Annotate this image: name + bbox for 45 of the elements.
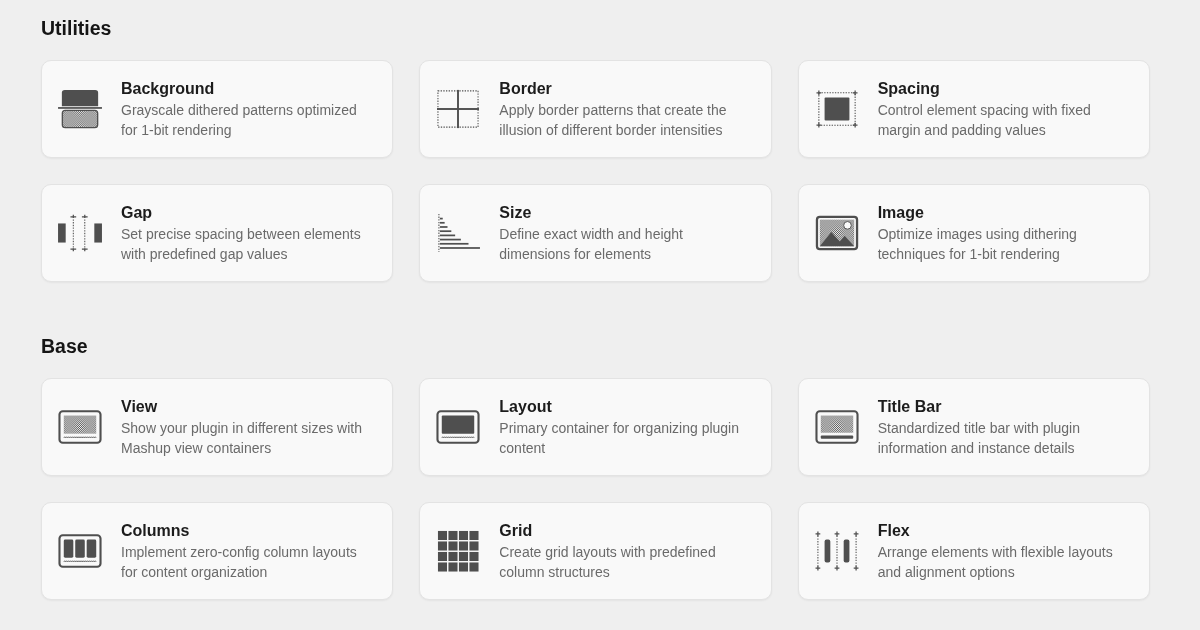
card-description: Control element spacing with fixed margin and padding values bbox=[877, 101, 1092, 140]
card-title: Columns bbox=[121, 521, 191, 541]
grid-squares-icon bbox=[435, 530, 482, 572]
card-description: Set precise spacing between elements with predefined gap values bbox=[121, 225, 362, 264]
card-description: Show your plugin in different sizes with Mashup view containers bbox=[121, 419, 363, 458]
card-description: Primary container for organizing plugin content bbox=[499, 419, 740, 458]
dithered-box-icon bbox=[57, 88, 103, 130]
component-card[interactable]: Layout Primary container for organizing plugin content bbox=[419, 378, 772, 476]
card-description: Arrange elements with flexible layouts and alignment options bbox=[877, 543, 1114, 582]
padded-square-icon bbox=[813, 88, 860, 130]
component-card[interactable]: Background Grayscale dithered patterns optimized for 1-bit rendering bbox=[41, 60, 394, 158]
component-card[interactable]: View Show your plugin in different sizes with Mashup view containers bbox=[41, 378, 394, 476]
card-description: Create grid layouts with predefined column structures bbox=[499, 543, 717, 582]
card-title: Background bbox=[121, 79, 216, 99]
card-description: Implement zero-config column layouts for content organization bbox=[121, 543, 358, 582]
card-description: Define exact width and height dimensions for elements bbox=[499, 225, 684, 264]
card-title: Spacing bbox=[877, 79, 941, 99]
section-heading: Utilities bbox=[41, 16, 113, 40]
card-title: Border bbox=[499, 79, 553, 99]
component-card[interactable]: Border Apply border patterns that create the illusion of different border intensities bbox=[419, 60, 772, 158]
gap-columns-icon bbox=[57, 212, 103, 254]
card-title: View bbox=[121, 397, 159, 417]
card-description: Apply border patterns that create the illusion of different border intensities bbox=[499, 101, 728, 140]
component-card[interactable]: Spacing Control element spacing with fixed margin and padding values bbox=[797, 60, 1150, 158]
section-heading: Base bbox=[41, 334, 89, 358]
component-card[interactable]: Gap Set precise spacing between elements with predefined gap values bbox=[41, 184, 394, 282]
component-card[interactable]: Title Bar Standardized title bar with plugin information and instance details bbox=[797, 378, 1150, 476]
card-title: Image bbox=[877, 203, 925, 223]
card-description: Grayscale dithered patterns optimized for 1-bit rendering bbox=[121, 101, 358, 140]
component-card[interactable]: Image Optimize images using dithering techniques for 1-bit rendering bbox=[797, 184, 1150, 282]
card-title: Grid bbox=[499, 521, 534, 541]
component-card[interactable]: Columns Implement zero-config column layouts for content organization bbox=[41, 502, 394, 600]
card-description: Optimize images using dithering techniques for 1-bit rendering bbox=[877, 225, 1078, 264]
component-card[interactable]: Flex Arrange elements with flexible layouts and alignment options bbox=[797, 502, 1150, 600]
dotted-cross-square-icon bbox=[435, 88, 482, 130]
card-description: Standardized title bar with plugin information and instance details bbox=[877, 419, 1081, 458]
flex-bars-icon bbox=[813, 530, 860, 572]
card-title: Layout bbox=[499, 397, 553, 417]
card-title: Gap bbox=[121, 203, 154, 223]
card-title: Size bbox=[499, 203, 533, 223]
card-title: Flex bbox=[877, 521, 911, 541]
component-card[interactable]: Size Define exact width and height dimensions for elements bbox=[419, 184, 772, 282]
card-title: Title Bar bbox=[877, 397, 943, 417]
staircase-bars-icon bbox=[435, 212, 482, 254]
component-card[interactable]: Grid Create grid layouts with predefined column structures bbox=[419, 502, 772, 600]
